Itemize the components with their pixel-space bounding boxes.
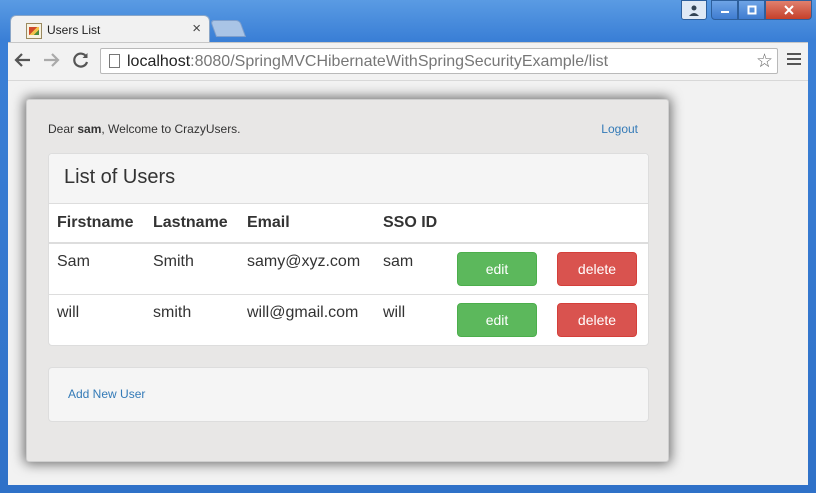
add-new-user-link[interactable]: Add New User (68, 387, 145, 401)
browser-toolbar: localhost:8080/SpringMVCHibernateWithSpr… (8, 42, 808, 80)
edit-button[interactable]: edit (457, 252, 537, 286)
window-controls (681, 0, 812, 20)
footer-panel: Add New User (48, 367, 649, 422)
greeting-prefix: Dear (48, 122, 78, 136)
favicon-icon (26, 23, 42, 39)
cell-edit: edit (449, 243, 549, 295)
url-host: localhost (127, 53, 191, 70)
table-header-row: Firstname Lastname Email SSO ID (49, 204, 648, 244)
reload-icon[interactable] (72, 51, 90, 74)
tab-title: Users List (47, 23, 101, 37)
tab-close-icon[interactable]: × (192, 20, 201, 37)
browser-menu-icon[interactable] (787, 53, 801, 68)
cell-delete: delete (549, 243, 648, 295)
back-arrow-icon[interactable] (14, 51, 32, 74)
column-header-edit (449, 204, 549, 244)
column-header-firstname: Firstname (49, 204, 145, 244)
auth-bar: Dear sam, Welcome to CrazyUsers. Logout (48, 122, 638, 136)
column-header-email: Email (239, 204, 375, 244)
column-header-delete (549, 204, 648, 244)
panel-title: List of Users (64, 166, 176, 188)
username: sam (77, 122, 102, 136)
cell-lastname: smith (153, 303, 192, 321)
user-profile-icon[interactable] (681, 0, 707, 20)
forward-arrow-icon[interactable] (42, 51, 60, 74)
users-panel: List of Users Firstname Lastname Email S… (48, 153, 649, 346)
bookmark-star-icon[interactable]: ☆ (756, 50, 773, 73)
panel-heading: List of Users (49, 154, 648, 204)
close-window-button[interactable] (765, 0, 812, 20)
logout-link[interactable]: Logout (601, 122, 638, 136)
users-table: Firstname Lastname Email SSO ID Sam Smit… (49, 204, 648, 345)
address-bar[interactable]: localhost:8080/SpringMVCHibernateWithSpr… (100, 48, 778, 74)
column-header-lastname: Lastname (145, 204, 239, 244)
column-header-sso-id: SSO ID (375, 204, 449, 244)
table-row: Sam Smith samy@xyz.com sam edit delete (49, 243, 648, 295)
cell-sso-id: sam (375, 243, 449, 295)
browser-window: Users List × localhost:8080/SpringMVCHib… (0, 0, 816, 493)
cell-delete: delete (549, 294, 648, 345)
tab-users-list[interactable]: Users List × (10, 15, 210, 43)
url-text[interactable]: localhost:8080/SpringMVCHibernateWithSpr… (127, 53, 608, 71)
cell-email: samy@xyz.com (239, 243, 375, 295)
url-path: :8080/SpringMVCHibernateWithSpringSecuri… (190, 53, 609, 70)
new-tab-button[interactable] (209, 20, 247, 37)
greeting-suffix: , Welcome to CrazyUsers. (101, 122, 241, 136)
cell-email: will@gmail.com (247, 303, 359, 321)
maximize-button[interactable] (738, 0, 765, 20)
cell-firstname: Sam (49, 243, 145, 295)
table-row: will smith will@gmail.com will edit dele… (49, 294, 648, 345)
edit-button[interactable]: edit (457, 302, 537, 337)
page-icon (109, 54, 120, 68)
minimize-button[interactable] (711, 0, 738, 20)
page-viewport: Dear sam, Welcome to CrazyUsers. Logout … (8, 80, 808, 485)
content-container: Dear sam, Welcome to CrazyUsers. Logout … (26, 99, 669, 462)
cell-firstname: will (57, 303, 80, 321)
cell-sso-id: will (383, 303, 406, 321)
tab-strip: Users List × (0, 0, 816, 43)
cell-lastname: Smith (145, 243, 239, 295)
cell-edit: edit (449, 294, 549, 345)
delete-button[interactable]: delete (557, 302, 637, 337)
delete-button[interactable]: delete (557, 252, 637, 286)
